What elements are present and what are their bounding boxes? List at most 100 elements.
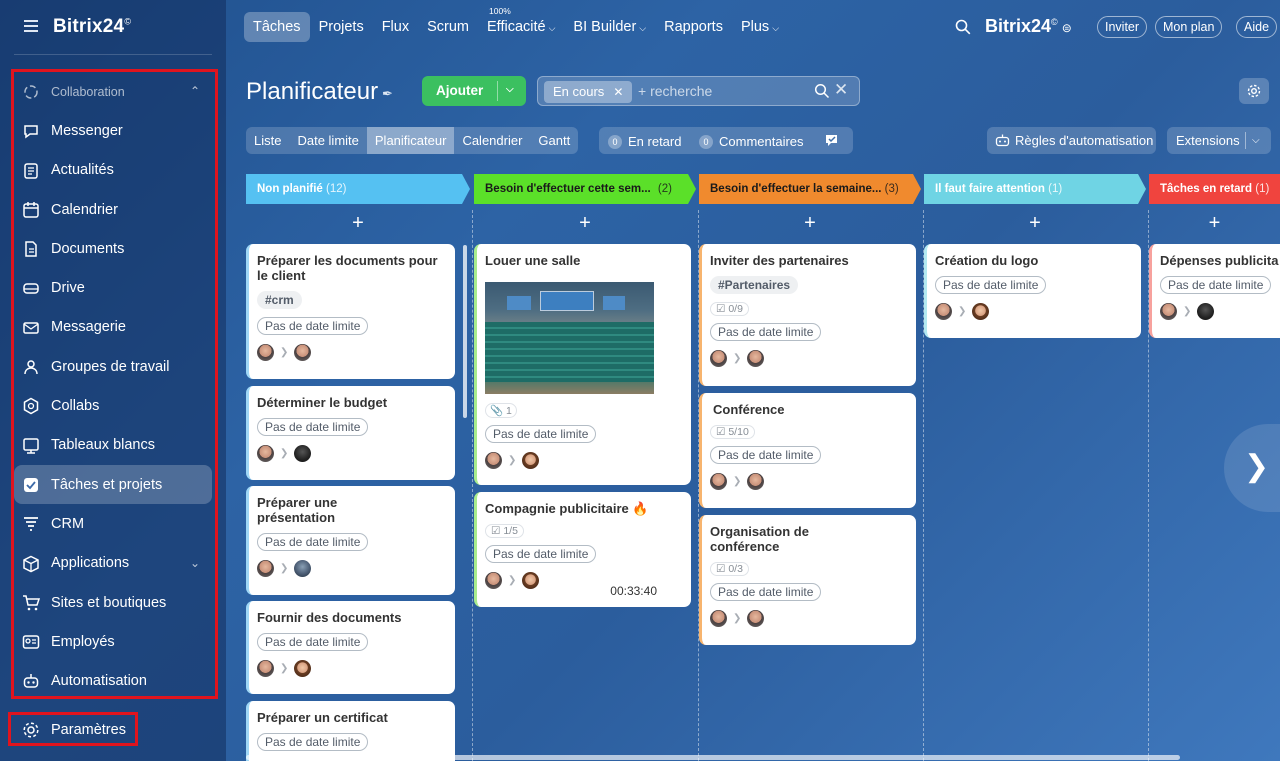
tab-projets[interactable]: Projets bbox=[310, 12, 373, 42]
avatar[interactable] bbox=[710, 472, 727, 490]
sidebar-item-actualites[interactable]: Actualités bbox=[14, 151, 212, 190]
logo[interactable]: Bitrix24© bbox=[53, 16, 131, 38]
avatar[interactable] bbox=[522, 571, 540, 589]
avatar[interactable] bbox=[747, 472, 765, 490]
search-icon[interactable] bbox=[954, 18, 972, 36]
avatar[interactable] bbox=[710, 349, 727, 367]
extensions-button[interactable]: Extensions ⌵ bbox=[1167, 127, 1271, 154]
chevron-down-icon[interactable]: ⌵ bbox=[506, 84, 514, 95]
sidebar-item-collabs[interactable]: Collabs bbox=[14, 386, 212, 425]
add-task-button[interactable]: + bbox=[1149, 204, 1280, 240]
sidebar-item-applications[interactable]: Applications ⌄ bbox=[14, 544, 212, 583]
deadline-badge[interactable]: Pas de date limite bbox=[257, 733, 369, 751]
sidebar-item-parametres[interactable]: Paramètres bbox=[14, 714, 134, 746]
task-card[interactable]: Déterminer le budget Pas de date limite … bbox=[246, 386, 455, 480]
chevron-down-icon[interactable]: ⌄ bbox=[190, 556, 200, 570]
view-tab-gantt[interactable]: Gantt bbox=[530, 127, 578, 154]
task-tag[interactable]: #Partenaires bbox=[710, 276, 799, 294]
tab-efficacite[interactable]: 100% Efficacité ⌵ bbox=[478, 6, 564, 42]
tab-plus[interactable]: Plus ⌵ bbox=[732, 12, 788, 42]
automation-rules-button[interactable]: Règles d'automatisation bbox=[987, 127, 1156, 154]
avatar[interactable] bbox=[257, 659, 274, 677]
avatar[interactable] bbox=[257, 559, 274, 577]
avatar[interactable] bbox=[294, 343, 312, 361]
deadline-badge[interactable]: Pas de date limite bbox=[485, 545, 597, 563]
column-header[interactable]: Non planifié (12) bbox=[246, 174, 470, 204]
deadline-badge[interactable]: Pas de date limite bbox=[257, 533, 369, 551]
deadline-badge[interactable]: Pas de date limite bbox=[710, 323, 822, 341]
add-task-button[interactable]: + bbox=[246, 204, 470, 240]
add-task-button[interactable]: + bbox=[474, 204, 696, 240]
sidebar-item-sites[interactable]: Sites et boutiques bbox=[14, 583, 212, 622]
task-card[interactable]: Fournir des documents Pas de date limite… bbox=[246, 601, 455, 694]
close-icon[interactable]: ✕ bbox=[613, 85, 623, 99]
avatar[interactable] bbox=[1160, 302, 1177, 320]
avatar[interactable] bbox=[294, 559, 312, 577]
deadline-badge[interactable]: Pas de date limite bbox=[257, 317, 369, 335]
sidebar-group-collaboration[interactable]: Collaboration ⌃ bbox=[14, 72, 212, 111]
view-tab-liste[interactable]: Liste bbox=[246, 127, 289, 154]
overdue-counter[interactable]: 0 En retard bbox=[608, 134, 681, 149]
brand-logo[interactable]: Bitrix24© ⊜ bbox=[985, 16, 1072, 37]
task-card[interactable]: Dépenses publicita Pas de date limite ❯ bbox=[1149, 244, 1280, 338]
tab-rapports[interactable]: Rapports bbox=[655, 12, 732, 42]
search-input[interactable]: + recherche bbox=[638, 83, 712, 99]
chevron-down-icon[interactable]: ⌵ bbox=[1252, 127, 1260, 154]
column-header[interactable]: Besoin d'effectuer cette sem... (2) bbox=[474, 174, 696, 204]
sidebar-item-employes[interactable]: Employés bbox=[14, 622, 212, 661]
avatar[interactable] bbox=[972, 302, 990, 320]
settings-sliders-icon[interactable]: ⊜ bbox=[1062, 21, 1072, 35]
search-icon[interactable] bbox=[814, 83, 830, 99]
sidebar-item-taches[interactable]: Tâches et projets bbox=[14, 464, 212, 505]
avatar[interactable] bbox=[710, 609, 727, 627]
deadline-badge[interactable]: Pas de date limite bbox=[1160, 276, 1272, 294]
task-card[interactable]: Préparer les documents pour le client #c… bbox=[246, 244, 455, 379]
avatar[interactable] bbox=[485, 571, 502, 589]
deadline-badge[interactable]: Pas de date limite bbox=[257, 418, 369, 436]
task-card[interactable]: Préparer une présentation Pas de date li… bbox=[246, 486, 455, 595]
my-plan-button[interactable]: Mon plan bbox=[1155, 16, 1223, 38]
horizontal-scrollbar[interactable] bbox=[246, 755, 1180, 760]
filter-chip[interactable]: En cours ✕ bbox=[544, 81, 633, 103]
sidebar-item-messagerie[interactable]: Messagerie bbox=[14, 308, 212, 347]
sidebar-item-tableaux[interactable]: Tableaux blancs bbox=[14, 426, 212, 465]
help-button[interactable]: Aide bbox=[1236, 16, 1278, 38]
clear-icon[interactable]: ✕ bbox=[834, 80, 848, 100]
tab-scrum[interactable]: Scrum bbox=[418, 12, 478, 42]
chevron-up-icon[interactable]: ⌃ bbox=[190, 84, 200, 98]
checklist-counter[interactable]: ☑ 0/3 bbox=[710, 562, 749, 576]
column-scrollbar[interactable] bbox=[463, 245, 467, 418]
task-card[interactable]: Compagnie publicitaire 🔥 ☑ 1/5 Pas de da… bbox=[474, 492, 691, 607]
checklist-counter[interactable]: ☑ 0/9 bbox=[710, 302, 749, 316]
filter-search-box[interactable]: En cours ✕ + recherche ✕ bbox=[537, 76, 860, 106]
deadline-badge[interactable]: Pas de date limite bbox=[710, 446, 822, 464]
task-card[interactable]: Inviter des partenaires #Partenaires ☑ 0… bbox=[699, 244, 916, 386]
add-task-button[interactable]: + bbox=[924, 204, 1146, 240]
sidebar-item-crm[interactable]: CRM bbox=[14, 504, 212, 543]
tab-bi-builder[interactable]: BI Builder ⌵ bbox=[564, 12, 655, 42]
tab-taches[interactable]: Tâches bbox=[244, 12, 310, 42]
pin-icon[interactable]: ✒ bbox=[382, 86, 393, 102]
task-card[interactable]: Conférence ☑ 5/10 Pas de date limite ❯ bbox=[699, 393, 916, 508]
add-button[interactable]: Ajouter ⌵ bbox=[422, 76, 526, 106]
checklist-counter[interactable]: ☑ 5/10 bbox=[710, 425, 755, 439]
avatar[interactable] bbox=[522, 451, 540, 469]
avatar[interactable] bbox=[747, 609, 765, 627]
task-card[interactable]: Création du logo Pas de date limite ❯ bbox=[924, 244, 1141, 338]
task-tag[interactable]: #crm bbox=[257, 291, 302, 309]
sidebar-item-groupes[interactable]: Groupes de travail bbox=[14, 347, 212, 386]
board-settings-button[interactable] bbox=[1239, 78, 1269, 104]
deadline-badge[interactable]: Pas de date limite bbox=[257, 633, 369, 651]
avatar[interactable] bbox=[257, 444, 274, 462]
task-card[interactable]: Organisation de conférence ☑ 0/3 Pas de … bbox=[699, 515, 916, 645]
view-tab-planificateur[interactable]: Planificateur bbox=[366, 127, 455, 154]
deadline-badge[interactable]: Pas de date limite bbox=[935, 276, 1047, 294]
task-card[interactable]: Préparer un certificat Pas de date limit… bbox=[246, 701, 455, 761]
sidebar-item-automatisation[interactable]: Automatisation bbox=[14, 661, 212, 700]
task-card[interactable]: Louer une salle 📎 1 Pas de date limite ❯ bbox=[474, 244, 691, 485]
avatar[interactable] bbox=[294, 444, 312, 462]
avatar[interactable] bbox=[294, 659, 312, 677]
attachment-counter[interactable]: 📎 1 bbox=[485, 403, 517, 418]
avatar[interactable] bbox=[257, 343, 274, 361]
sidebar-item-drive[interactable]: Drive bbox=[14, 268, 212, 307]
